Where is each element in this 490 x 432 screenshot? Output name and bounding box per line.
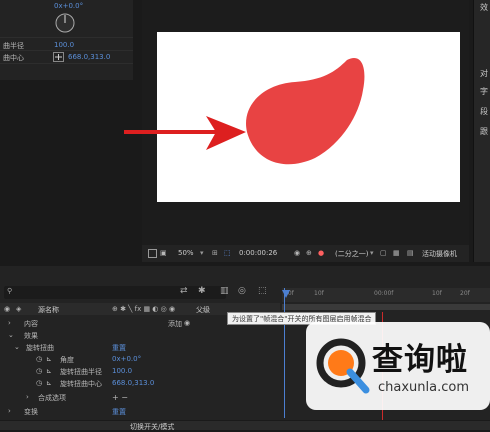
ruler-mark-4: 20f (460, 290, 470, 297)
layer-row-angle[interactable]: ◷ ⊾ 角度 0x+0.0° (0, 354, 280, 364)
color-icon[interactable]: ● (318, 249, 324, 257)
twirl-center-value[interactable]: 668.0,313.0 (68, 53, 110, 61)
expand-arrow-icon[interactable]: ⌄ (14, 343, 20, 351)
ruler-mark-3: 10f (432, 290, 442, 297)
expand-arrow-icon[interactable]: › (8, 319, 11, 327)
resolution-chevron-icon[interactable]: ▾ (370, 249, 374, 257)
resolution-select[interactable]: (二分之一) (335, 249, 368, 259)
effect-controls-panel: 0x+0.0° 曲半径 100.0 曲中心 668.0,313.0 (0, 0, 133, 80)
camera-select[interactable]: 活动摄像机 (422, 249, 457, 259)
watermark-logo-icon (316, 338, 370, 394)
row-label: 旋转扭曲半径 (60, 368, 102, 376)
row-label: 效果 (24, 332, 38, 340)
angle-dial-icon[interactable] (54, 12, 76, 34)
row-label: 变换 (24, 408, 38, 416)
fast-preview-icon[interactable]: ▤ (407, 249, 414, 257)
ruler-mark-1: 10f (314, 290, 324, 297)
stopwatch-icon[interactable]: ◷ (36, 367, 42, 375)
zoom-select[interactable]: 50% (178, 249, 194, 257)
magnify-icon[interactable]: ▣ (160, 249, 167, 257)
timeline-search-input[interactable]: ⚲ (4, 286, 226, 299)
grid-icon[interactable]: ⊞ (212, 249, 218, 257)
radius-value[interactable]: 100.0 (112, 367, 132, 375)
right-panel: 效 对 字 段 跟 (473, 0, 490, 262)
expand-arrow-icon[interactable]: ⌄ (8, 331, 14, 339)
row-label: 旋转扭曲中心 (60, 380, 102, 388)
stopwatch-icon[interactable]: ◷ (36, 379, 42, 387)
reset-button[interactable]: 重置 (112, 343, 126, 353)
watermark-title: 查询啦 (372, 342, 468, 378)
search-icon: ⚲ (7, 287, 13, 295)
watermark: 查询啦 chaxunla.com (306, 322, 490, 410)
crosshair-icon[interactable] (53, 52, 64, 62)
right-panel-tab-align[interactable]: 对 (480, 68, 488, 79)
parent-header[interactable]: 父级 (196, 305, 210, 315)
zoom-chevron-icon[interactable]: ▾ (200, 249, 204, 257)
right-panel-tab-tracker[interactable]: 跟 (480, 126, 488, 137)
current-time-indicator[interactable] (284, 288, 285, 418)
layer-row-compositing[interactable]: › 合成选项 + − (0, 392, 280, 402)
twirl-radius-value[interactable]: 100.0 (54, 41, 74, 49)
motion-blur-icon[interactable]: ◎ (238, 286, 246, 296)
audio-icon[interactable]: ◈ (16, 305, 21, 313)
comp-flow-icon[interactable]: ⇄ (180, 286, 188, 296)
watermark-url: chaxunla.com (378, 380, 469, 395)
center-value[interactable]: 668.0,313.0 (112, 379, 154, 387)
frame-blending-icon[interactable]: ▥ (220, 286, 229, 296)
graph-editor-icon[interactable]: ⬚ (258, 286, 267, 296)
graph-icon[interactable]: ⊾ (46, 379, 52, 387)
layer-row-transform[interactable]: › 变换 重置 (0, 406, 280, 416)
red-arrow-icon (124, 116, 246, 150)
channel-icon[interactable]: ⊕ (306, 249, 312, 257)
layer-row-radius[interactable]: ◷ ⊾ 旋转扭曲半径 100.0 (0, 366, 280, 376)
time-ruler[interactable]: 00f 10f 00:00f 10f 20f (282, 288, 490, 302)
stopwatch-icon[interactable]: ◷ (36, 355, 42, 363)
always-preview-icon[interactable] (148, 249, 157, 258)
roi-icon[interactable]: ▢ (380, 249, 387, 257)
add-remove-buttons[interactable]: + − (112, 393, 128, 402)
viewer-toolbar: ▣ 50% ▾ ⊞ ⬚ 0:00:00:26 ◉ ⊕ ● (二分之一) ▾ ▢ … (142, 245, 469, 262)
timecode[interactable]: 0:00:00:26 (239, 249, 277, 257)
layer-row-center[interactable]: ◷ ⊾ 旋转扭曲中心 668.0,313.0 (0, 378, 280, 388)
layer-row-twirl[interactable]: ⌄ 旋转扭曲 重置 (0, 342, 280, 352)
eye-icon[interactable]: ◉ (4, 305, 10, 313)
add-button[interactable]: 添加 (168, 319, 182, 329)
ruler-mark-2: 00:00f (374, 290, 394, 297)
expand-arrow-icon[interactable]: › (8, 407, 11, 415)
toggle-switches-button[interactable]: 切换开关/模式 (130, 422, 174, 432)
row-label: 合成选项 (38, 394, 66, 402)
switches-icons: ⊕ ✱ ╲ fx ▦ ◐ ◎ ◉ (112, 305, 176, 313)
reset-button[interactable]: 重置 (112, 407, 126, 417)
expand-arrow-icon[interactable]: › (26, 393, 29, 401)
layer-row-effects[interactable]: ⌄ 效果 (0, 330, 280, 340)
mask-icon[interactable]: ⬚ (224, 249, 231, 257)
angle-value[interactable]: 0x+0.0° (112, 355, 141, 363)
right-panel-tab-character[interactable]: 字 (480, 86, 488, 97)
timeline-bottom-bar: 切换开关/模式 (0, 420, 490, 432)
right-panel-tab-effects[interactable]: 效 (480, 2, 488, 13)
angle-value[interactable]: 0x+0.0° (54, 2, 83, 10)
graph-icon[interactable]: ⊾ (46, 367, 52, 375)
transparency-icon[interactable]: ▦ (393, 249, 400, 257)
row-label: 角度 (60, 356, 74, 364)
graph-icon[interactable]: ⊾ (46, 355, 52, 363)
row-label: 内容 (24, 320, 38, 328)
draft-3d-icon[interactable]: ✱ (198, 286, 206, 296)
camera-icon[interactable]: ◉ (294, 249, 300, 257)
twirl-center-label: 曲中心 (3, 54, 24, 62)
row-label: 旋转扭曲 (26, 344, 54, 352)
right-panel-tab-paragraph[interactable]: 段 (480, 106, 488, 117)
work-area-bar[interactable] (282, 304, 490, 310)
add-icon[interactable]: ◉ (184, 319, 190, 327)
source-name-header[interactable]: 源名称 (38, 305, 59, 315)
